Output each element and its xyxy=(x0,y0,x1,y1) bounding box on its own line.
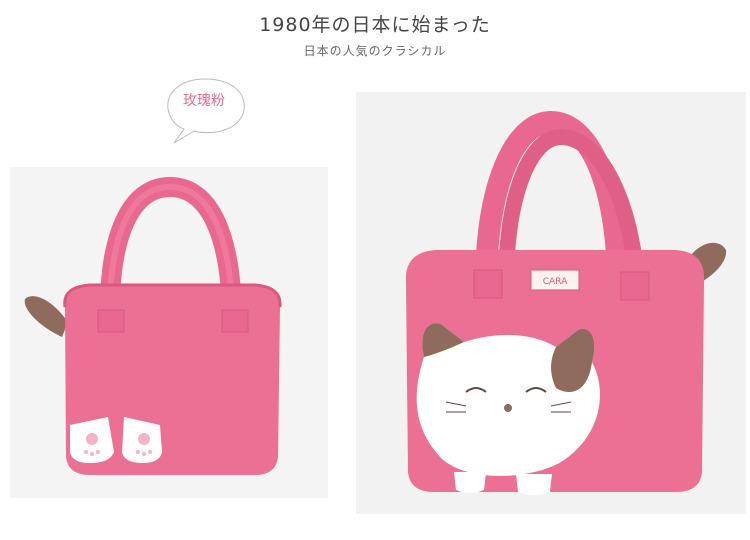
product-photo-back xyxy=(10,167,328,498)
page-title: 1980年の日本に始まった xyxy=(259,14,491,36)
handbag-front-view: CARA xyxy=(405,110,727,495)
color-label: 玫瑰粉 xyxy=(183,93,225,109)
handbag-back-view xyxy=(24,176,282,475)
product-photo-front: CARA xyxy=(356,92,746,514)
speech-bubble xyxy=(167,78,245,144)
page-subtitle: 日本の人気のクラシカル xyxy=(303,44,447,58)
brand-label: CARA xyxy=(543,277,568,287)
